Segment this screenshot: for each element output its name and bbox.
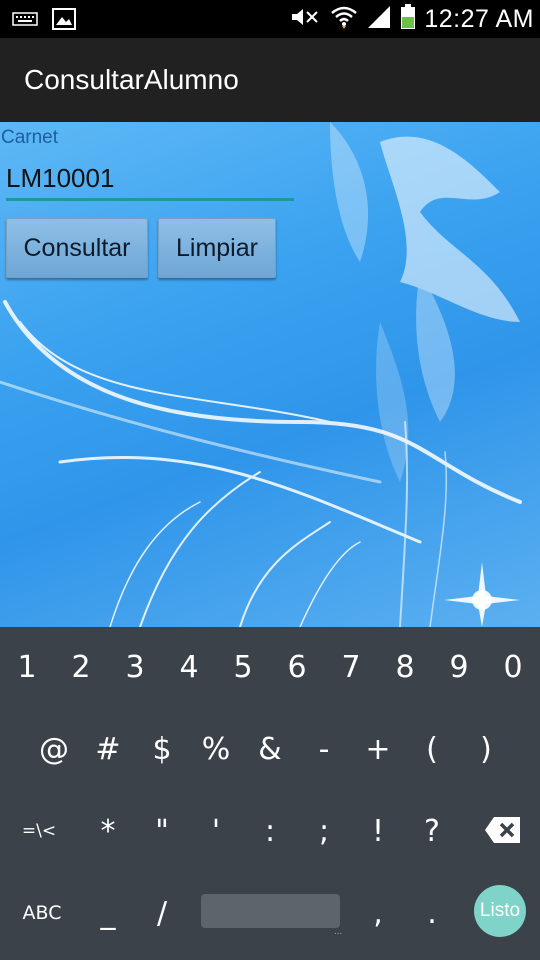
keyboard-row-numbers: 1 2 3 4 5 6 7 8 9 0 [0, 627, 540, 707]
key-plus[interactable]: + [351, 709, 405, 789]
key-2[interactable]: 2 [54, 627, 108, 707]
key-abc[interactable]: ABC [0, 873, 84, 953]
key-dollar[interactable]: $ [135, 709, 189, 789]
wifi-icon [330, 4, 358, 35]
key-colon[interactable]: : [243, 791, 297, 871]
key-1[interactable]: 1 [0, 627, 54, 707]
carnet-label: Carnet [1, 127, 59, 148]
status-time: 12:27 AM [424, 4, 534, 33]
key-slash[interactable]: / [135, 873, 189, 953]
key-question[interactable]: ? [405, 791, 459, 871]
key-close-paren[interactable]: ) [459, 709, 513, 789]
key-6[interactable]: 6 [270, 627, 324, 707]
keyboard-icon [12, 12, 38, 31]
key-hash[interactable]: # [81, 709, 135, 789]
keyboard-row-symbols-2: =\< * " ' : ; ! ? [0, 791, 540, 871]
key-7[interactable]: 7 [324, 627, 378, 707]
key-3[interactable]: 3 [108, 627, 162, 707]
key-open-paren[interactable]: ( [405, 709, 459, 789]
key-4[interactable]: 4 [162, 627, 216, 707]
key-8[interactable]: 8 [378, 627, 432, 707]
backspace-icon[interactable] [484, 815, 522, 845]
key-comma[interactable]: , [351, 873, 405, 953]
carnet-input[interactable] [6, 158, 294, 201]
key-9[interactable]: 9 [432, 627, 486, 707]
key-asterisk[interactable]: * [81, 791, 135, 871]
key-double-quote[interactable]: " [135, 791, 189, 871]
key-at[interactable]: @ [27, 709, 81, 789]
key-5[interactable]: 5 [216, 627, 270, 707]
key-exclamation[interactable]: ! [351, 791, 405, 871]
content-area: Carnet Consultar Limpiar [0, 122, 540, 627]
mute-icon [290, 6, 322, 33]
key-period[interactable]: . [405, 873, 459, 953]
battery-icon [400, 3, 416, 35]
key-underscore[interactable]: _ [81, 873, 135, 953]
key-percent[interactable]: % [189, 709, 243, 789]
key-single-quote[interactable]: ' [189, 791, 243, 871]
status-bar: 12:27 AM [0, 0, 540, 38]
key-more-symbols[interactable]: =\< [12, 791, 66, 871]
key-0[interactable]: 0 [486, 627, 540, 707]
space-bar-dots: ... [334, 926, 343, 937]
done-button[interactable]: Listo [474, 885, 526, 937]
key-ampersand[interactable]: & [243, 709, 297, 789]
soft-keyboard: 1 2 3 4 5 6 7 8 9 0 @ # $ % & - + ( ) =\… [0, 627, 540, 960]
consultar-button[interactable]: Consultar [6, 218, 148, 278]
key-semicolon[interactable]: ; [297, 791, 351, 871]
image-icon [52, 8, 76, 35]
keyboard-row-symbols-1: @ # $ % & - + ( ) [0, 709, 540, 789]
space-bar[interactable] [201, 894, 340, 928]
limpiar-button[interactable]: Limpiar [158, 218, 276, 278]
signal-icon [366, 5, 392, 34]
key-minus[interactable]: - [297, 709, 351, 789]
page-title: ConsultarAlumno [24, 64, 239, 95]
action-bar: ConsultarAlumno [0, 38, 540, 122]
